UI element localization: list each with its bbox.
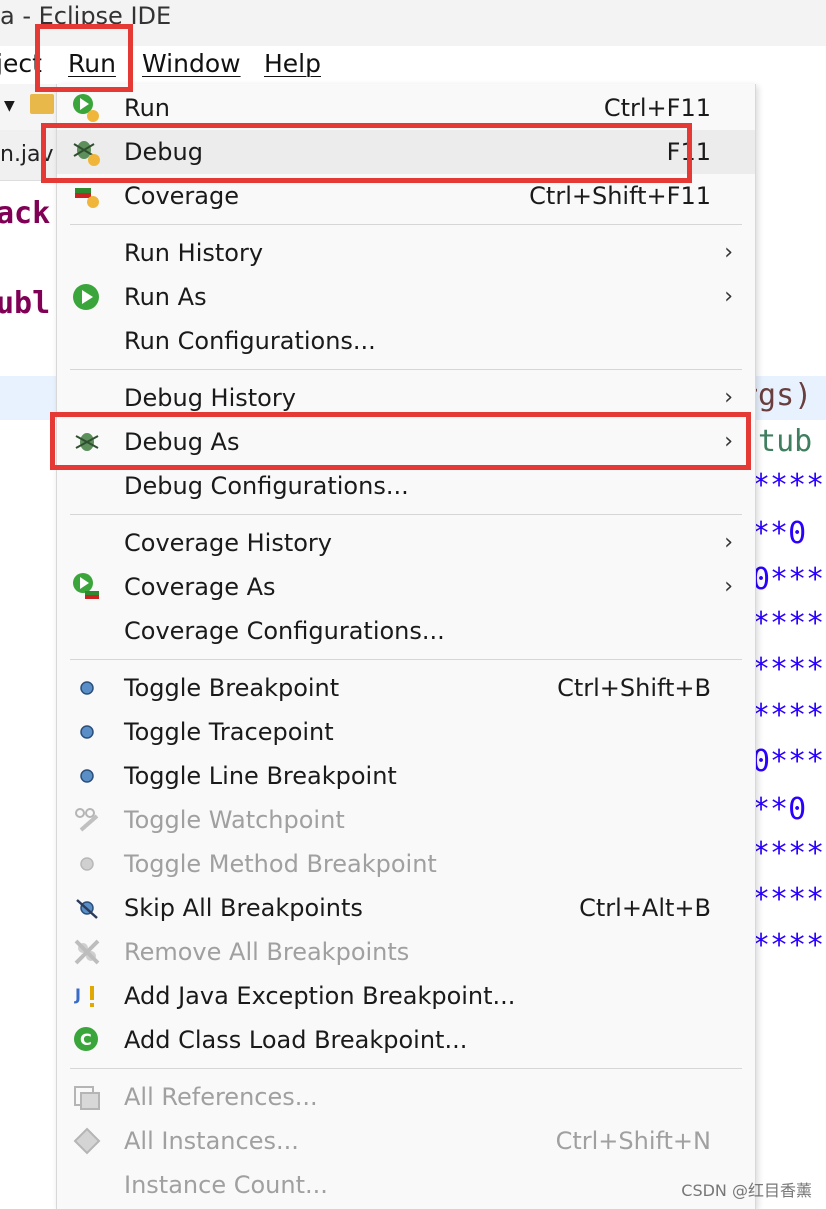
java-exception-icon: J bbox=[71, 980, 103, 1012]
menu-window[interactable]: Window bbox=[142, 48, 241, 80]
chevron-right-icon: › bbox=[724, 240, 733, 265]
code-fragment: **** bbox=[752, 652, 825, 687]
run-menu: Run Ctrl+F11 Debug F11 Coverage Ctrl+Shi… bbox=[56, 84, 756, 1209]
references-icon bbox=[71, 1081, 103, 1113]
menu-separator bbox=[70, 514, 742, 515]
code-fragment: 0*** bbox=[752, 562, 825, 597]
code-fragment: **** bbox=[752, 698, 825, 733]
menu-item-add-java-exception-breakpoint[interactable]: J Add Java Exception Breakpoint... bbox=[57, 974, 755, 1018]
chevron-right-icon: › bbox=[724, 530, 733, 555]
watermark: CSDN @红目香薰 bbox=[681, 1181, 812, 1200]
menu-item-coverage-configurations[interactable]: Coverage Configurations... bbox=[57, 609, 755, 653]
menu-item-toggle-watchpoint[interactable]: Toggle Watchpoint bbox=[57, 798, 755, 842]
code-fragment: **** bbox=[752, 836, 825, 871]
code-fragment: 0*** bbox=[752, 744, 825, 779]
menu-help[interactable]: Help bbox=[264, 48, 321, 80]
menu-item-run-configurations[interactable]: Run Configurations... bbox=[57, 319, 755, 363]
menu-item-toggle-line-breakpoint[interactable]: Toggle Line Breakpoint bbox=[57, 754, 755, 798]
watchpoint-icon bbox=[71, 804, 103, 836]
annotation-box-debug bbox=[41, 123, 692, 183]
line-breakpoint-dot-icon bbox=[71, 760, 103, 792]
menu-separator bbox=[70, 659, 742, 660]
breakpoint-dot-icon bbox=[71, 672, 103, 704]
annotation-box-run-menu bbox=[35, 24, 133, 92]
class-load-icon: C bbox=[71, 1024, 103, 1056]
tracepoint-dot-icon bbox=[71, 716, 103, 748]
skip-breakpoints-icon bbox=[71, 892, 103, 924]
coverage-icon bbox=[71, 180, 103, 212]
menu-item-add-class-load-breakpoint[interactable]: C Add Class Load Breakpoint... bbox=[57, 1018, 755, 1062]
run-as-icon bbox=[71, 281, 103, 313]
menu-item-instance-count[interactable]: Instance Count... bbox=[57, 1163, 755, 1207]
code-fragment: **0 bbox=[752, 516, 807, 551]
menu-separator bbox=[70, 1068, 742, 1069]
menu-item-all-instances[interactable]: All Instances... Ctrl+Shift+N bbox=[57, 1119, 755, 1163]
code-fragment: **** bbox=[752, 468, 825, 503]
menu-item-run-history[interactable]: Run History › bbox=[57, 231, 755, 275]
remove-breakpoints-icon bbox=[71, 936, 103, 968]
dropdown-arrow-icon[interactable]: ▼ bbox=[4, 98, 15, 114]
menu-item-run-as[interactable]: Run As › bbox=[57, 275, 755, 319]
chevron-right-icon: › bbox=[724, 284, 733, 309]
menu-item-coverage-history[interactable]: Coverage History › bbox=[57, 521, 755, 565]
code-fragment: ubl bbox=[0, 286, 51, 321]
menu-item-coverage-as[interactable]: Coverage As › bbox=[57, 565, 755, 609]
code-fragment: **** bbox=[752, 882, 825, 917]
annotation-box-debug-as bbox=[50, 412, 751, 470]
code-fragment: **** bbox=[752, 928, 825, 963]
open-folder-icon[interactable] bbox=[30, 94, 54, 114]
run-icon bbox=[71, 92, 103, 124]
code-fragment: **** bbox=[752, 606, 825, 641]
menu-separator bbox=[70, 224, 742, 225]
coverage-as-icon bbox=[71, 571, 103, 603]
code-fragment: **0 bbox=[752, 792, 807, 827]
menu-item-debug-configurations[interactable]: Debug Configurations... bbox=[57, 464, 755, 508]
svg-text:J: J bbox=[74, 985, 81, 1004]
menu-item-toggle-breakpoint[interactable]: Toggle Breakpoint Ctrl+Shift+B bbox=[57, 666, 755, 710]
menu-item-skip-all-breakpoints[interactable]: Skip All Breakpoints Ctrl+Alt+B bbox=[57, 886, 755, 930]
menu-item-toggle-tracepoint[interactable]: Toggle Tracepoint bbox=[57, 710, 755, 754]
menu-item-all-references[interactable]: All References... bbox=[57, 1075, 755, 1119]
svg-text:C: C bbox=[80, 1030, 92, 1049]
chevron-right-icon: › bbox=[724, 574, 733, 599]
method-breakpoint-icon bbox=[71, 848, 103, 880]
code-fragment: ack bbox=[0, 196, 51, 231]
menu-item-remove-all-breakpoints[interactable]: Remove All Breakpoints bbox=[57, 930, 755, 974]
instances-icon bbox=[71, 1125, 103, 1157]
chevron-right-icon: › bbox=[724, 385, 733, 410]
menu-item-toggle-method-breakpoint[interactable]: Toggle Method Breakpoint bbox=[57, 842, 755, 886]
menu-separator bbox=[70, 369, 742, 370]
